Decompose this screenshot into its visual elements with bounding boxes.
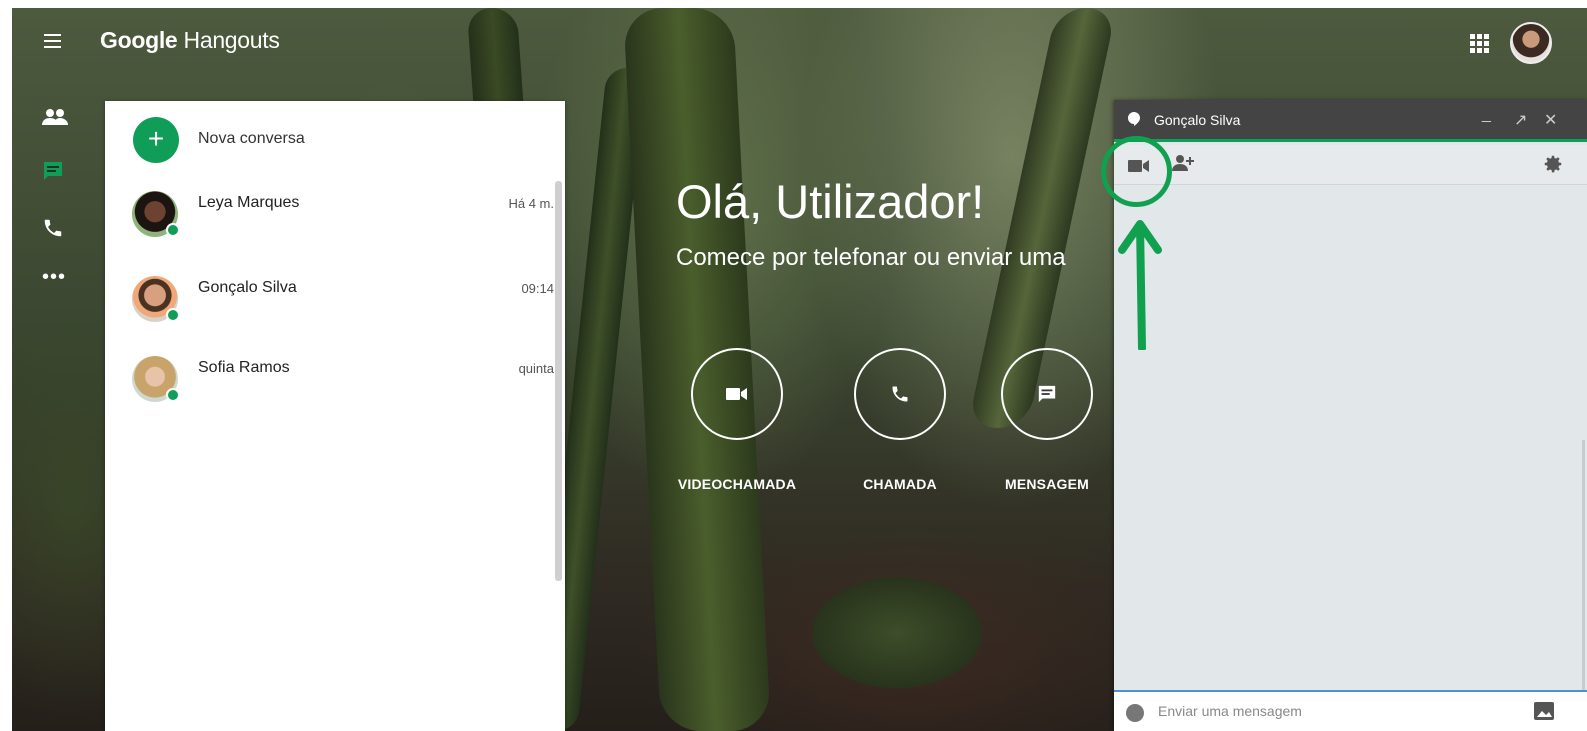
conversation-list-scrollbar[interactable] <box>555 181 562 581</box>
online-status-dot <box>166 223 180 237</box>
video-camera-icon <box>691 348 783 440</box>
chat-icon[interactable] <box>42 160 68 182</box>
gear-icon <box>1544 155 1562 173</box>
conversation-time: quinta <box>518 361 554 376</box>
message-icon <box>1001 348 1093 440</box>
add-person-icon <box>1172 155 1194 171</box>
annotation-arrow-icon <box>1118 220 1162 350</box>
conversation-time: Há 4 m. <box>508 196 554 211</box>
background-rock <box>812 578 982 688</box>
brand-hangouts: Hangouts <box>183 27 280 53</box>
chat-header[interactable]: Gonçalo Silva _ ↗ ✕ <box>1114 100 1587 142</box>
settings-button[interactable] <box>1542 153 1564 180</box>
chat-title: Gonçalo Silva <box>1154 112 1241 128</box>
message-input-bar <box>1114 690 1587 731</box>
message-action[interactable]: MENSAGEM <box>982 348 1112 492</box>
conversation-time: 09:14 <box>521 281 554 296</box>
conversation-list-panel: + Nova conversa Leya Marques Há 4 m. Gon… <box>105 101 565 731</box>
conversation-item[interactable]: Leya Marques Há 4 m. <box>130 191 554 251</box>
close-button[interactable]: ✕ <box>1544 110 1557 130</box>
welcome-title: Olá, Utilizador! <box>676 175 985 228</box>
chat-scrollbar[interactable] <box>1582 440 1585 690</box>
brand-google: Google <box>100 27 178 53</box>
voice-call-label: CHAMADA <box>863 476 937 492</box>
emoji-icon[interactable] <box>1126 704 1144 722</box>
video-call-label: VIDEOCHAMADA <box>677 476 797 492</box>
image-icon[interactable] <box>1534 702 1554 720</box>
chat-toolbar <box>1114 145 1587 185</box>
people-icon[interactable] <box>42 108 68 130</box>
forest-background: Google Hangouts ••• + Nova conversa Leya… <box>12 8 1587 731</box>
conversation-item[interactable]: Sofia Ramos quinta <box>130 356 554 416</box>
online-status-dot <box>166 388 180 402</box>
voice-call-action[interactable]: CHAMADA <box>835 348 965 492</box>
video-call-action[interactable]: VIDEOCHAMADA <box>672 348 802 492</box>
more-icon[interactable]: ••• <box>42 267 68 294</box>
minimize-button[interactable]: _ <box>1482 106 1491 124</box>
contact-name: Sofia Ramos <box>198 359 290 376</box>
message-label: MENSAGEM <box>1004 476 1090 492</box>
phone-icon[interactable] <box>42 217 68 239</box>
apps-grid-icon[interactable] <box>1470 34 1490 54</box>
contact-name: Gonçalo Silva <box>198 279 297 296</box>
app-logo: Google Hangouts <box>100 27 280 54</box>
plus-icon: + <box>133 117 179 163</box>
phone-icon <box>854 348 946 440</box>
chat-window: Gonçalo Silva _ ↗ ✕ <box>1114 100 1587 731</box>
new-conversation-label: Nova conversa <box>198 130 305 147</box>
welcome-subtitle: Comece por telefonar ou enviar uma <box>676 244 1066 271</box>
online-status-dot <box>166 308 180 322</box>
popout-button[interactable]: ↗ <box>1514 110 1527 130</box>
add-person-button[interactable] <box>1172 153 1196 178</box>
hamburger-menu-icon[interactable] <box>42 32 64 50</box>
conversation-item[interactable]: Gonçalo Silva 09:14 <box>130 276 554 336</box>
account-avatar[interactable] <box>1510 22 1552 64</box>
annotation-highlight-circle <box>1101 136 1172 207</box>
new-conversation-button[interactable]: + Nova conversa <box>133 117 553 163</box>
hangouts-bubble-icon <box>1128 112 1140 126</box>
message-input[interactable] <box>1158 700 1518 722</box>
contact-name: Leya Marques <box>198 194 300 211</box>
